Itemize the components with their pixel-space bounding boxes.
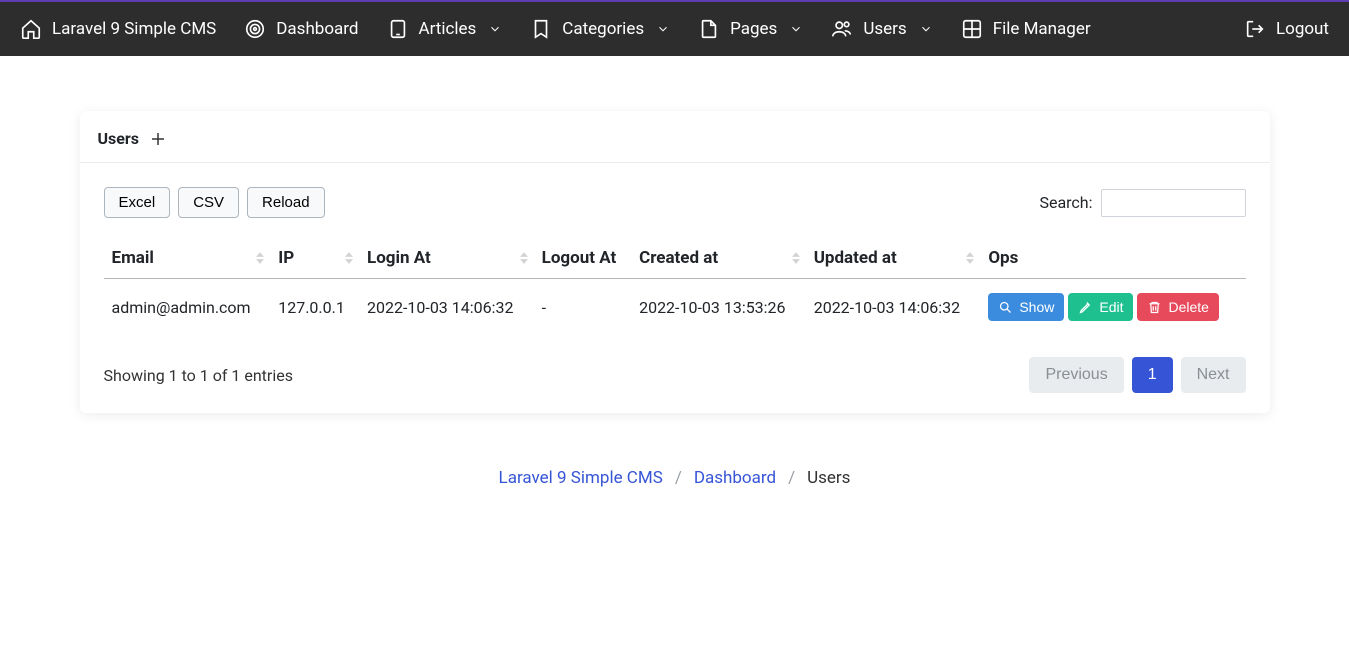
target-icon <box>244 18 266 40</box>
nav-dashboard[interactable]: Dashboard <box>244 18 358 40</box>
edit-button[interactable]: Edit <box>1068 293 1133 321</box>
col-ip[interactable]: IP <box>270 238 359 279</box>
search-input[interactable] <box>1101 189 1246 217</box>
nav-logout-label: Logout <box>1276 19 1329 39</box>
sort-icon <box>792 252 800 265</box>
chevron-down-icon <box>919 22 933 36</box>
grid-icon <box>961 18 983 40</box>
nav-categories[interactable]: Categories <box>530 18 670 40</box>
delete-button[interactable]: Delete <box>1137 293 1218 321</box>
brand-label: Laravel 9 Simple CMS <box>52 19 216 39</box>
nav-users-label: Users <box>863 19 906 39</box>
sort-icon <box>520 252 528 265</box>
breadcrumb-sep: / <box>788 468 795 488</box>
nav-file-manager[interactable]: File Manager <box>961 18 1091 40</box>
bookmark-icon <box>530 18 552 40</box>
sort-icon <box>966 252 974 265</box>
table-row: admin@admin.com 127.0.0.1 2022-10-03 14:… <box>104 279 1246 336</box>
breadcrumb-current: Users <box>807 468 850 488</box>
entries-info: Showing 1 to 1 of 1 entries <box>104 366 293 385</box>
breadcrumb-sep: / <box>675 468 682 488</box>
col-login-at[interactable]: Login At <box>359 238 534 279</box>
top-navbar: Laravel 9 Simple CMS Dashboard Articles … <box>0 0 1349 56</box>
chevron-down-icon <box>488 22 502 36</box>
toolbar: Excel CSV Reload Search: <box>80 163 1270 228</box>
nav-pages[interactable]: Pages <box>698 18 803 40</box>
reload-button[interactable]: Reload <box>247 187 325 218</box>
search-label: Search: <box>1039 193 1092 212</box>
logout-icon <box>1244 18 1266 40</box>
nav-articles-label: Articles <box>419 19 477 39</box>
next-button[interactable]: Next <box>1181 357 1246 393</box>
users-table: Email IP Login At Logout At Created at U… <box>104 238 1246 335</box>
cell-logout-at: - <box>534 279 631 336</box>
csv-button[interactable]: CSV <box>178 187 239 218</box>
sort-icon <box>256 252 264 265</box>
add-user-button[interactable] <box>149 130 167 148</box>
trash-icon <box>1147 300 1162 315</box>
chevron-down-icon <box>656 22 670 36</box>
file-icon <box>698 18 720 40</box>
sort-icon <box>345 252 353 265</box>
col-email[interactable]: Email <box>104 238 271 279</box>
breadcrumb: Laravel 9 Simple CMS / Dashboard / Users <box>80 468 1270 488</box>
card-header: Users <box>80 111 1270 163</box>
cell-created-at: 2022-10-03 13:53:26 <box>631 279 806 336</box>
cell-email: admin@admin.com <box>104 279 271 336</box>
home-icon <box>20 18 42 40</box>
pagination: Previous 1 Next <box>1029 357 1245 393</box>
col-created-at[interactable]: Created at <box>631 238 806 279</box>
users-icon <box>831 18 853 40</box>
nav-pages-label: Pages <box>730 19 777 39</box>
table-footer: Showing 1 to 1 of 1 entries Previous 1 N… <box>80 335 1270 393</box>
card-title: Users <box>98 129 139 148</box>
nav-logout[interactable]: Logout <box>1244 18 1329 40</box>
page-1-button[interactable]: 1 <box>1132 357 1173 393</box>
col-updated-at[interactable]: Updated at <box>806 238 981 279</box>
col-logout-at[interactable]: Logout At <box>534 238 631 279</box>
cell-login-at: 2022-10-03 14:06:32 <box>359 279 534 336</box>
chevron-down-icon <box>789 22 803 36</box>
show-button[interactable]: Show <box>988 293 1064 321</box>
tablet-icon <box>387 18 409 40</box>
search-icon <box>998 300 1013 315</box>
nav-categories-label: Categories <box>562 19 644 39</box>
users-card: Users Excel CSV Reload Search: Email IP … <box>80 111 1270 413</box>
nav-articles[interactable]: Articles <box>387 18 503 40</box>
brand-link[interactable]: Laravel 9 Simple CMS <box>20 18 216 40</box>
col-ops: Ops <box>980 238 1245 279</box>
breadcrumb-dashboard[interactable]: Dashboard <box>694 468 776 488</box>
nav-users[interactable]: Users <box>831 18 932 40</box>
cell-updated-at: 2022-10-03 14:06:32 <box>806 279 981 336</box>
nav-dashboard-label: Dashboard <box>276 19 358 39</box>
breadcrumb-home[interactable]: Laravel 9 Simple CMS <box>499 468 663 488</box>
nav-file-manager-label: File Manager <box>993 19 1091 39</box>
cell-ip: 127.0.0.1 <box>270 279 359 336</box>
pencil-icon <box>1078 300 1093 315</box>
previous-button[interactable]: Previous <box>1029 357 1123 393</box>
excel-button[interactable]: Excel <box>104 187 171 218</box>
